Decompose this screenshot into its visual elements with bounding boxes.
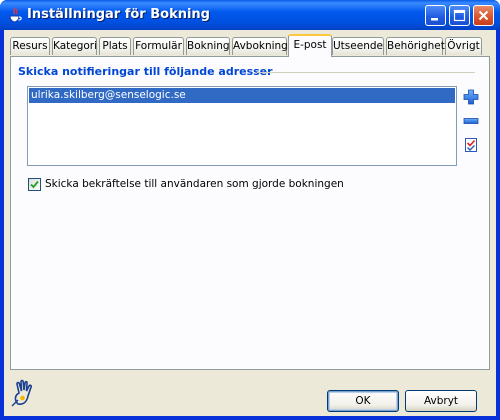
tab-utseende[interactable]: Utseende [332, 37, 384, 55]
tab-formular[interactable]: Formulär [133, 37, 184, 55]
hand-logo-icon [11, 379, 32, 407]
confirmation-checkbox[interactable] [28, 178, 41, 191]
maximize-button[interactable] [449, 5, 470, 26]
minus-icon[interactable] [463, 113, 479, 129]
group-title: Skicka notifieringar till följande adres… [18, 65, 273, 78]
minimize-button[interactable] [425, 5, 446, 26]
maximize-icon [453, 9, 466, 22]
tab-kategori[interactable]: Kategori [52, 37, 97, 55]
tab-ovrigt[interactable]: Övrigt [445, 37, 482, 55]
cancel-button[interactable]: Avbryt [405, 390, 477, 412]
checkmark-icon [30, 180, 39, 189]
plus-icon[interactable] [463, 89, 479, 105]
tab-avbokning[interactable]: Avbokning [232, 37, 288, 55]
tab-bokning[interactable]: Bokning [186, 37, 230, 55]
group-divider [257, 72, 475, 73]
address-list[interactable]: ulrika.skilberg@senselogic.se [27, 86, 457, 166]
tab-plats[interactable]: Plats [99, 37, 131, 55]
dialog-window: Inställningar för Bokning Resurs Kategor… [0, 0, 500, 420]
list-item[interactable]: ulrika.skilberg@senselogic.se [29, 88, 455, 103]
e-post-panel: Skicka notifieringar till följande adres… [10, 56, 490, 370]
close-icon [478, 10, 489, 21]
tab-behorighet[interactable]: Behörighet [386, 37, 445, 55]
tab-e-post[interactable]: E-post [288, 34, 332, 57]
ok-button[interactable]: OK [327, 390, 399, 412]
tab-bar: Resurs Kategori Plats Formulär Bokning A… [10, 34, 490, 57]
java-cup-icon [9, 7, 22, 23]
tab-resurs[interactable]: Resurs [10, 37, 50, 55]
close-button[interactable] [473, 5, 494, 26]
edit-list-icon[interactable] [463, 137, 479, 153]
minimize-icon [431, 18, 438, 21]
window-title: Inställningar för Bokning [27, 7, 210, 22]
title-bar[interactable]: Inställningar för Bokning [0, 0, 500, 30]
dialog-body: Resurs Kategori Plats Formulär Bokning A… [4, 30, 496, 416]
confirmation-label: Skicka bekräftelse till användaren som g… [45, 178, 344, 190]
